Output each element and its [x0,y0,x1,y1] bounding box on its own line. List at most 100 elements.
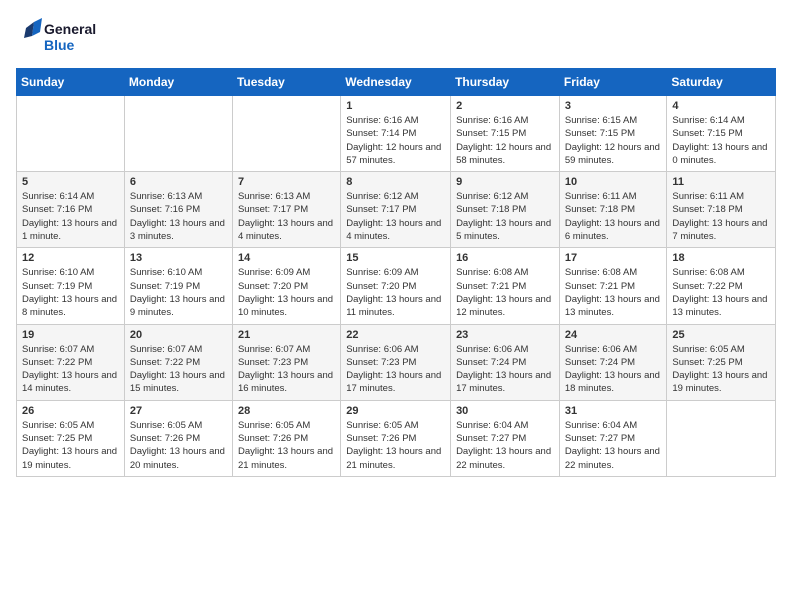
day-number: 2 [456,100,554,112]
week-row-1: 1 Sunrise: 6:16 AM Sunset: 7:14 PM Daylig… [17,96,776,172]
calendar-cell [17,96,125,172]
day-number: 27 [130,405,227,417]
week-row-3: 12 Sunrise: 6:10 AM Sunset: 7:19 PM Dayli… [17,248,776,324]
day-number: 14 [238,252,335,264]
day-number: 3 [565,100,662,112]
calendar-cell: 16 Sunrise: 6:08 AM Sunset: 7:21 PM Dayli… [451,248,560,324]
logo: General Blue [16,16,106,56]
calendar-cell: 28 Sunrise: 6:05 AM Sunset: 7:26 PM Dayli… [232,400,340,476]
day-number: 1 [346,100,445,112]
day-info: Sunrise: 6:12 AM Sunset: 7:18 PM Dayligh… [456,190,554,243]
calendar-header-row: SundayMondayTuesdayWednesdayThursdayFrid… [17,69,776,96]
day-info: Sunrise: 6:12 AM Sunset: 7:17 PM Dayligh… [346,190,445,243]
day-number: 5 [22,176,119,188]
svg-text:General: General [44,21,96,37]
calendar-cell: 29 Sunrise: 6:05 AM Sunset: 7:26 PM Dayli… [341,400,451,476]
day-number: 13 [130,252,227,264]
day-info: Sunrise: 6:04 AM Sunset: 7:27 PM Dayligh… [565,419,662,472]
day-number: 21 [238,329,335,341]
calendar-cell: 2 Sunrise: 6:16 AM Sunset: 7:15 PM Daylig… [451,96,560,172]
week-row-5: 26Sunrise: 6:05 AM Sunset: 7:25 PM Dayli… [17,400,776,476]
calendar-cell [124,96,232,172]
day-info: Sunrise: 6:05 AM Sunset: 7:26 PM Dayligh… [238,419,335,472]
day-header-thursday: Thursday [451,69,560,96]
calendar-cell [232,96,340,172]
day-number: 10 [565,176,662,188]
day-number: 30 [456,405,554,417]
calendar-cell: 10 Sunrise: 6:11 AM Sunset: 7:18 PM Dayli… [559,172,667,248]
day-number: 29 [346,405,445,417]
day-number: 28 [238,405,335,417]
day-info: Sunrise: 6:04 AM Sunset: 7:27 PM Dayligh… [456,419,554,472]
calendar-cell: 13 Sunrise: 6:10 AM Sunset: 7:19 PM Dayli… [124,248,232,324]
day-info: Sunrise: 6:06 AM Sunset: 7:24 PM Dayligh… [565,343,662,396]
day-info: Sunrise: 6:10 AM Sunset: 7:19 PM Dayligh… [130,266,227,319]
day-header-sunday: Sunday [17,69,125,96]
day-info: Sunrise: 6:08 AM Sunset: 7:21 PM Dayligh… [456,266,554,319]
day-number: 16 [456,252,554,264]
day-info: Sunrise: 6:05 AM Sunset: 7:26 PM Dayligh… [130,419,227,472]
day-header-wednesday: Wednesday [341,69,451,96]
day-number: 18 [672,252,770,264]
day-header-monday: Monday [124,69,232,96]
day-number: 11 [672,176,770,188]
day-info: Sunrise: 6:07 AM Sunset: 7:22 PM Dayligh… [130,343,227,396]
day-number: 24 [565,329,662,341]
day-info: Sunrise: 6:05 AM Sunset: 7:26 PM Dayligh… [346,419,445,472]
calendar-cell: 19 Sunrise: 6:07 AM Sunset: 7:22 PM Dayli… [17,324,125,400]
day-header-tuesday: Tuesday [232,69,340,96]
day-info: Sunrise: 6:10 AM Sunset: 7:19 PM Dayligh… [22,266,119,319]
week-row-4: 19 Sunrise: 6:07 AM Sunset: 7:22 PM Dayli… [17,324,776,400]
calendar-cell: 20Sunrise: 6:07 AM Sunset: 7:22 PM Dayli… [124,324,232,400]
day-info: Sunrise: 6:07 AM Sunset: 7:23 PM Dayligh… [238,343,335,396]
calendar-cell: 22Sunrise: 6:06 AM Sunset: 7:23 PM Dayli… [341,324,451,400]
calendar-cell: 1 Sunrise: 6:16 AM Sunset: 7:14 PM Daylig… [341,96,451,172]
day-number: 31 [565,405,662,417]
page-container: General Blue SundayMondayTuesdayWednesda… [0,0,792,493]
day-number: 19 [22,329,119,341]
day-info: Sunrise: 6:11 AM Sunset: 7:18 PM Dayligh… [565,190,662,243]
day-info: Sunrise: 6:13 AM Sunset: 7:17 PM Dayligh… [238,190,335,243]
calendar-cell: 7 Sunrise: 6:13 AM Sunset: 7:17 PM Daylig… [232,172,340,248]
day-number: 17 [565,252,662,264]
calendar-table: SundayMondayTuesdayWednesdayThursdayFrid… [16,68,776,477]
day-number: 7 [238,176,335,188]
week-row-2: 5 Sunrise: 6:14 AM Sunset: 7:16 PM Daylig… [17,172,776,248]
day-info: Sunrise: 6:07 AM Sunset: 7:22 PM Dayligh… [22,343,119,396]
calendar-cell: 14 Sunrise: 6:09 AM Sunset: 7:20 PM Dayli… [232,248,340,324]
calendar-cell: 18 Sunrise: 6:08 AM Sunset: 7:22 PM Dayli… [667,248,776,324]
calendar-cell: 4Sunrise: 6:14 AM Sunset: 7:15 PM Daylig… [667,96,776,172]
day-number: 8 [346,176,445,188]
calendar-cell: 21 Sunrise: 6:07 AM Sunset: 7:23 PM Dayli… [232,324,340,400]
day-info: Sunrise: 6:05 AM Sunset: 7:25 PM Dayligh… [22,419,119,472]
calendar-cell: 27 Sunrise: 6:05 AM Sunset: 7:26 PM Dayli… [124,400,232,476]
day-number: 6 [130,176,227,188]
day-info: Sunrise: 6:14 AM Sunset: 7:16 PM Dayligh… [22,190,119,243]
calendar-cell: 25Sunrise: 6:05 AM Sunset: 7:25 PM Dayli… [667,324,776,400]
day-info: Sunrise: 6:16 AM Sunset: 7:14 PM Dayligh… [346,114,445,167]
day-info: Sunrise: 6:11 AM Sunset: 7:18 PM Dayligh… [672,190,770,243]
logo-svg: General Blue [16,16,106,56]
day-info: Sunrise: 6:08 AM Sunset: 7:22 PM Dayligh… [672,266,770,319]
header: General Blue [16,16,776,56]
day-header-friday: Friday [559,69,667,96]
calendar-cell: 26Sunrise: 6:05 AM Sunset: 7:25 PM Dayli… [17,400,125,476]
calendar-cell: 31 Sunrise: 6:04 AM Sunset: 7:27 PM Dayli… [559,400,667,476]
calendar-cell: 15 Sunrise: 6:09 AM Sunset: 7:20 PM Dayli… [341,248,451,324]
day-info: Sunrise: 6:09 AM Sunset: 7:20 PM Dayligh… [238,266,335,319]
day-info: Sunrise: 6:13 AM Sunset: 7:16 PM Dayligh… [130,190,227,243]
calendar-cell: 9 Sunrise: 6:12 AM Sunset: 7:18 PM Daylig… [451,172,560,248]
calendar-cell: 12 Sunrise: 6:10 AM Sunset: 7:19 PM Dayli… [17,248,125,324]
calendar-cell: 17Sunrise: 6:08 AM Sunset: 7:21 PM Dayli… [559,248,667,324]
day-number: 12 [22,252,119,264]
day-info: Sunrise: 6:06 AM Sunset: 7:23 PM Dayligh… [346,343,445,396]
calendar-cell: 23Sunrise: 6:06 AM Sunset: 7:24 PM Dayli… [451,324,560,400]
calendar-cell: 30 Sunrise: 6:04 AM Sunset: 7:27 PM Dayli… [451,400,560,476]
day-number: 15 [346,252,445,264]
day-info: Sunrise: 6:14 AM Sunset: 7:15 PM Dayligh… [672,114,770,167]
day-info: Sunrise: 6:09 AM Sunset: 7:20 PM Dayligh… [346,266,445,319]
day-number: 9 [456,176,554,188]
day-number: 23 [456,329,554,341]
calendar-cell: 11 Sunrise: 6:11 AM Sunset: 7:18 PM Dayli… [667,172,776,248]
day-info: Sunrise: 6:16 AM Sunset: 7:15 PM Dayligh… [456,114,554,167]
